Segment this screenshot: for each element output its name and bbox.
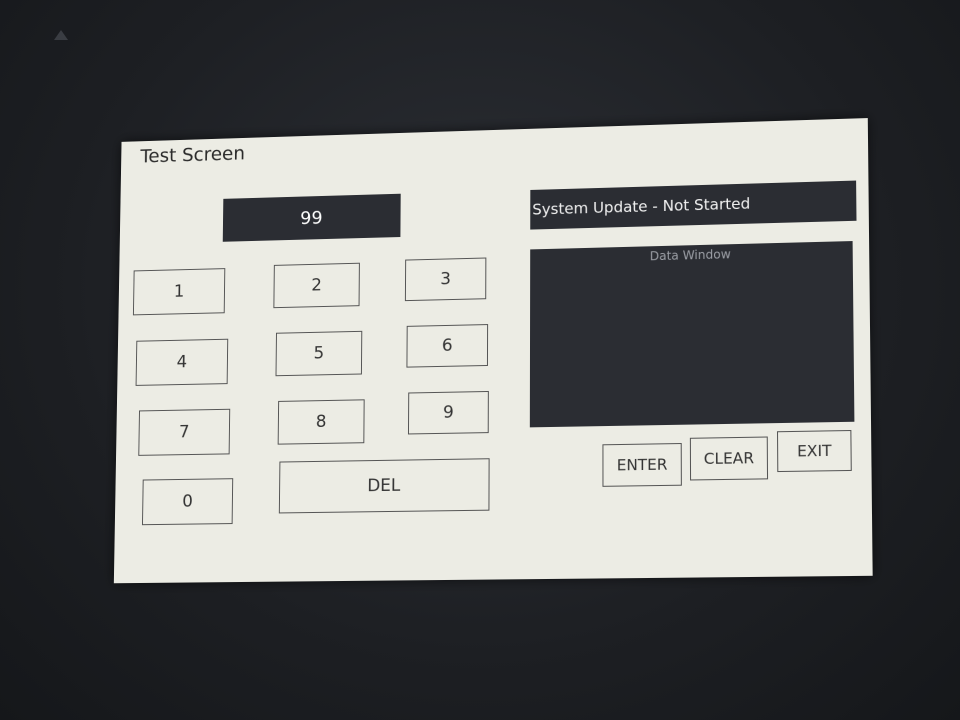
key-7-button[interactable]: 7 <box>138 408 231 456</box>
key-5-button[interactable]: 5 <box>275 330 363 377</box>
key-8-button[interactable]: 8 <box>277 399 365 445</box>
window-title: Test Screen <box>140 142 246 168</box>
monitor-bezel: Test Screen 99 1 2 3 4 5 6 7 8 9 0 DEL S… <box>0 0 960 720</box>
test-screen-window: Test Screen 99 1 2 3 4 5 6 7 8 9 0 DEL S… <box>113 118 873 584</box>
number-display: 99 <box>222 193 401 242</box>
key-1-button[interactable]: 1 <box>132 268 226 316</box>
key-6-button[interactable]: 6 <box>406 324 489 368</box>
key-0-button[interactable]: 0 <box>141 478 234 526</box>
enter-button[interactable]: ENTER <box>602 442 682 487</box>
exit-button[interactable]: EXIT <box>776 429 852 473</box>
del-button[interactable]: DEL <box>278 458 490 514</box>
clear-button[interactable]: CLEAR <box>689 436 769 481</box>
key-4-button[interactable]: 4 <box>135 338 229 386</box>
data-window: Data Window <box>529 241 855 428</box>
key-2-button[interactable]: 2 <box>273 262 360 309</box>
key-3-button[interactable]: 3 <box>404 257 487 302</box>
data-window-label: Data Window <box>649 247 731 264</box>
status-bar: System Update - Not Started <box>530 180 857 230</box>
eject-icon <box>54 30 68 40</box>
key-9-button[interactable]: 9 <box>407 390 489 435</box>
